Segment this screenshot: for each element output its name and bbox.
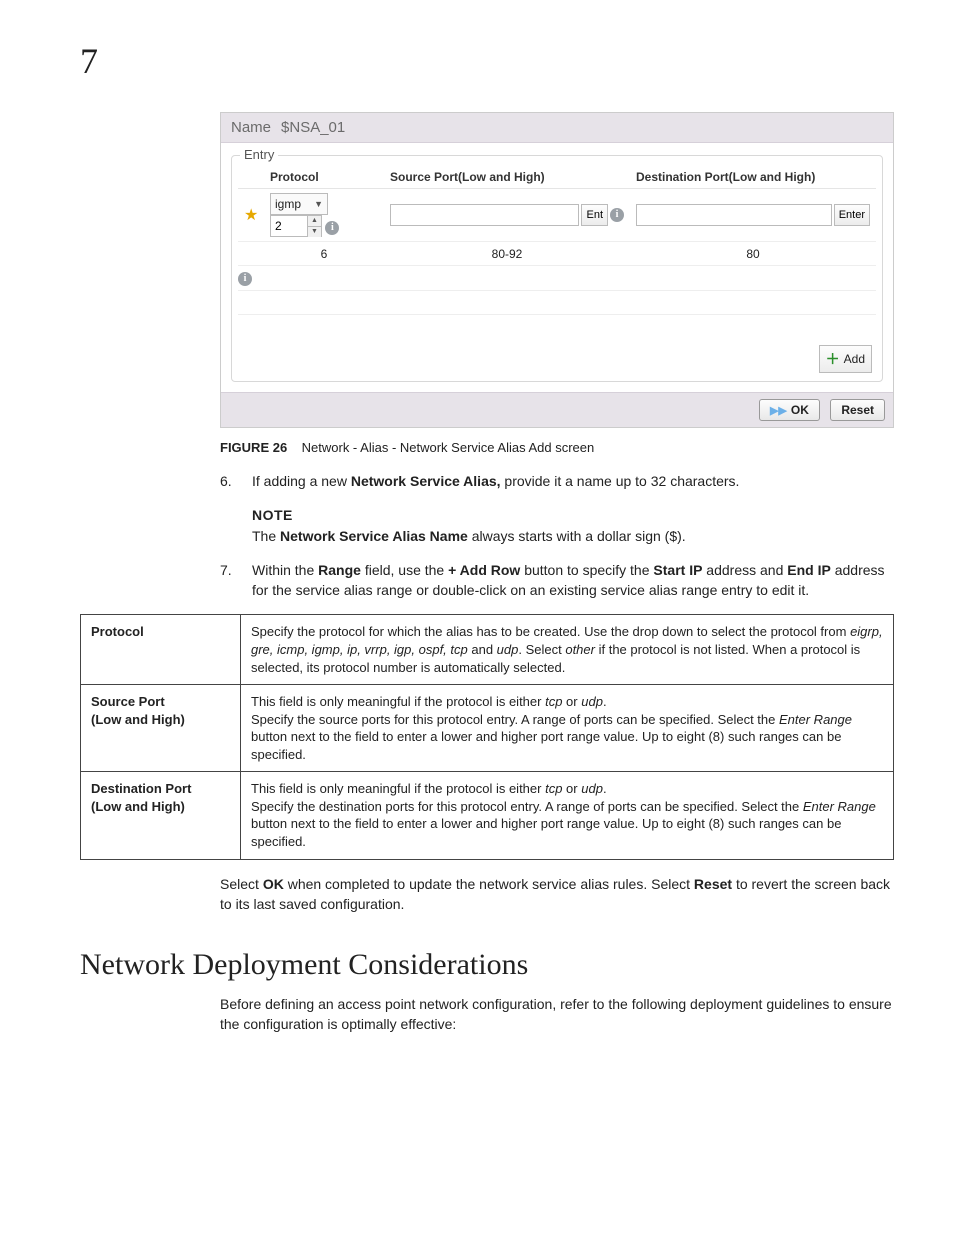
closing-paragraph: Select OK when completed to update the n…	[220, 874, 894, 915]
ok-icon: ▶▶	[770, 404, 787, 417]
figure-screenshot: Name $NSA_01 Entry Protocol Source Port(…	[220, 112, 894, 428]
add-row-button[interactable]: ＋ Add	[819, 345, 872, 373]
step-7: 7. Within the Range field, use the + Add…	[220, 560, 894, 601]
ok-button[interactable]: ▶▶ OK	[759, 399, 820, 421]
note-block: NOTE The Network Service Alias Name alwa…	[252, 505, 894, 546]
dest-port-input[interactable]	[636, 204, 832, 226]
col-dest: Destination Port(Low and High)	[630, 166, 876, 189]
source-enter-button[interactable]: Ent	[581, 204, 608, 226]
table-row: Destination Port(Low and High) This fiel…	[81, 772, 894, 859]
chevron-down-icon: ▼	[314, 199, 323, 209]
info-icon: i	[238, 272, 252, 286]
cell-protocol: 6	[264, 242, 384, 266]
step-number: 7.	[220, 560, 240, 601]
table-row[interactable]: 6 80-92 80	[238, 242, 876, 266]
reset-label: Reset	[841, 403, 874, 417]
table-row: i	[238, 266, 876, 291]
table-row: ★ igmp ▼ ▲▼ i Ent i	[238, 189, 876, 242]
info-icon: i	[610, 208, 624, 222]
entry-legend: Entry	[240, 147, 278, 162]
table-row: Source Port(Low and High) This field is …	[81, 685, 894, 772]
dialog-footer: ▶▶ OK Reset	[221, 392, 893, 428]
figure-caption: FIGURE 26 Network - Alias - Network Serv…	[220, 440, 894, 455]
entry-table: Protocol Source Port(Low and High) Desti…	[238, 166, 876, 339]
dest-enter-button[interactable]: Enter	[834, 204, 870, 226]
col-source: Source Port(Low and High)	[384, 166, 630, 189]
protocol-number-input[interactable]	[270, 215, 308, 237]
cell-label: Destination Port(Low and High)	[81, 772, 241, 859]
add-row-label: Add	[844, 352, 865, 366]
plus-icon: ＋	[826, 349, 840, 369]
note-heading: NOTE	[252, 505, 894, 525]
chapter-number: 7	[80, 40, 894, 82]
cell-label: Source Port(Low and High)	[81, 685, 241, 772]
cell-label: Protocol	[81, 615, 241, 685]
step-6: 6. If adding a new Network Service Alias…	[220, 471, 894, 491]
entry-fieldset: Entry Protocol Source Port(Low and High)…	[231, 155, 883, 382]
step-number: 6.	[220, 471, 240, 491]
description-table: Protocol Specify the protocol for which …	[80, 614, 894, 859]
cell-desc: This field is only meaningful if the pro…	[241, 685, 894, 772]
name-label: Name	[231, 119, 271, 136]
table-row	[238, 315, 876, 339]
star-icon: ★	[244, 207, 258, 224]
cell-desc: This field is only meaningful if the pro…	[241, 772, 894, 859]
ok-label: OK	[791, 403, 809, 417]
table-row: Protocol Specify the protocol for which …	[81, 615, 894, 685]
cell-source: 80-92	[384, 242, 630, 266]
protocol-dropdown-value: igmp	[275, 197, 301, 211]
reset-button[interactable]: Reset	[830, 399, 885, 421]
name-bar: Name $NSA_01	[221, 113, 893, 143]
col-protocol: Protocol	[264, 166, 384, 189]
protocol-number-spinner[interactable]: ▲▼	[270, 215, 322, 237]
source-port-input[interactable]	[390, 204, 579, 226]
section-intro: Before defining an access point network …	[220, 994, 894, 1035]
section-heading: Network Deployment Considerations	[80, 948, 894, 982]
info-icon: i	[325, 221, 339, 235]
cell-dest: 80	[630, 242, 876, 266]
spinner-buttons[interactable]: ▲▼	[308, 215, 322, 237]
protocol-dropdown[interactable]: igmp ▼	[270, 193, 328, 215]
cell-desc: Specify the protocol for which the alias…	[241, 615, 894, 685]
name-value: $NSA_01	[281, 119, 345, 136]
table-row	[238, 291, 876, 315]
figure-label: FIGURE 26	[220, 440, 287, 455]
figure-caption-text: Network - Alias - Network Service Alias …	[302, 440, 595, 455]
